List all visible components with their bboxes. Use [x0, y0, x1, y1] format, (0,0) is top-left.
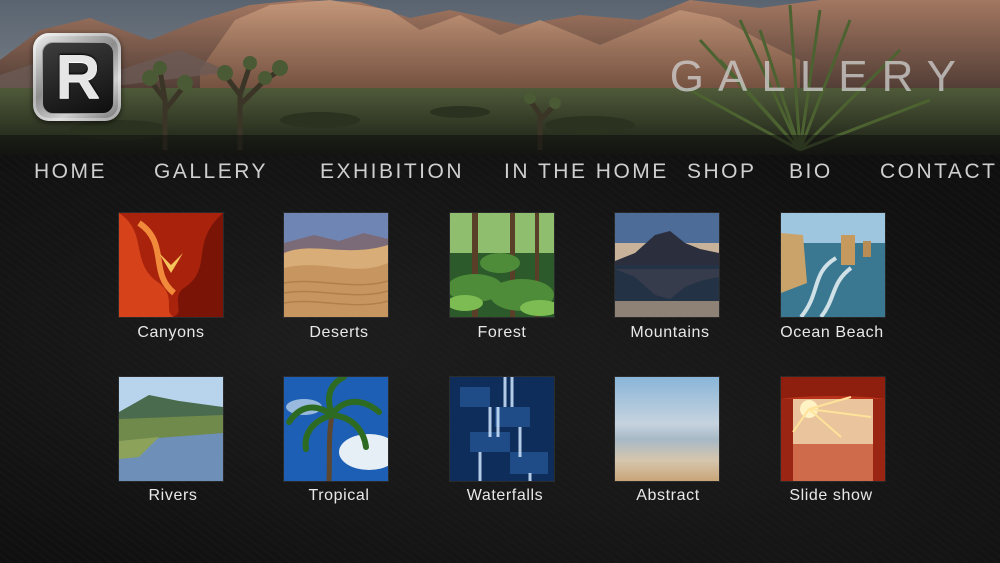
ocean-beach-thumbnail[interactable] — [781, 213, 885, 317]
page-title: GALLERY — [669, 52, 970, 101]
category-label-forest[interactable]: Forest — [422, 324, 582, 342]
abstract-thumbnail[interactable] — [615, 377, 719, 481]
nav-item-in-the-home[interactable]: IN THE HOME — [504, 160, 669, 184]
category-label-waterfalls[interactable]: Waterfalls — [425, 487, 585, 505]
category-label-canyons[interactable]: Canyons — [91, 324, 251, 342]
category-label-ocean-beach[interactable]: Ocean Beach — [752, 324, 912, 342]
logo-emblem: R — [42, 42, 114, 114]
mountains-thumbnail[interactable] — [615, 213, 719, 317]
category-label-deserts[interactable]: Deserts — [259, 324, 419, 342]
canyons-thumbnail[interactable] — [119, 213, 223, 317]
slide-show-thumbnail[interactable] — [781, 377, 885, 481]
category-label-slide-show[interactable]: Slide show — [751, 487, 911, 505]
brand-logo[interactable]: R — [33, 33, 121, 121]
nav-item-exhibition[interactable]: EXHIBITION — [320, 160, 464, 184]
main-navigation: HOME GALLERY EXHIBITION IN THE HOME SHOP… — [0, 155, 1000, 195]
category-label-rivers[interactable]: Rivers — [93, 487, 253, 505]
tropical-thumbnail[interactable] — [284, 377, 388, 481]
forest-thumbnail[interactable] — [450, 213, 554, 317]
category-label-abstract[interactable]: Abstract — [588, 487, 748, 505]
logo-letter: R — [55, 43, 101, 112]
waterfalls-thumbnail[interactable] — [450, 377, 554, 481]
nav-item-home[interactable]: HOME — [34, 160, 107, 184]
nav-item-contact[interactable]: CONTACT — [880, 160, 997, 184]
nav-item-shop[interactable]: SHOP — [687, 160, 757, 184]
nav-item-bio[interactable]: BIO — [789, 160, 833, 184]
deserts-thumbnail[interactable] — [284, 213, 388, 317]
nav-item-gallery[interactable]: GALLERY — [154, 160, 268, 184]
rivers-thumbnail[interactable] — [119, 377, 223, 481]
header-landscape-banner: R GALLERY — [0, 0, 1000, 155]
category-label-mountains[interactable]: Mountains — [590, 324, 750, 342]
category-label-tropical[interactable]: Tropical — [259, 487, 419, 505]
gallery-page: R GALLERY HOME GALLERY EXHIBITION IN THE… — [0, 0, 1000, 563]
